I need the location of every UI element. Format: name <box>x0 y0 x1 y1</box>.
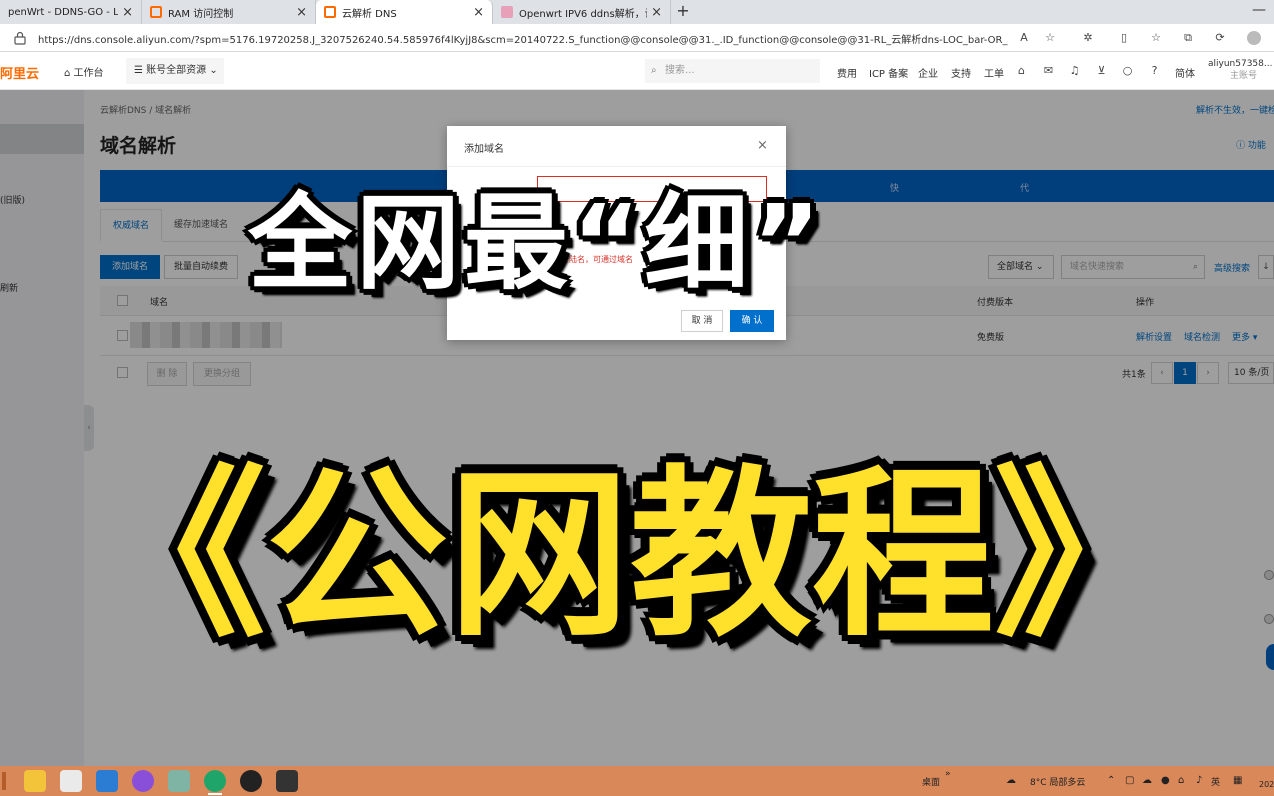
file-explorer-icon[interactable] <box>24 770 46 792</box>
active-app-indicator <box>208 793 222 795</box>
browser-app-icon[interactable] <box>132 770 154 792</box>
taskbar-edge <box>2 772 6 790</box>
lightbulb-icon[interactable]: ○ <box>1121 64 1134 77</box>
search-placeholder: 搜索... <box>665 65 695 76</box>
nav-billing[interactable]: 费用 <box>837 65 857 80</box>
title-line-most-detailed: 全网最“细” <box>248 182 825 304</box>
tray-app-icon[interactable]: ▢ <box>1125 775 1134 786</box>
app-icon[interactable] <box>168 770 190 792</box>
confirm-button[interactable]: 确 认 <box>730 310 774 332</box>
new-tab-button[interactable]: + <box>672 0 694 24</box>
weather-text[interactable]: 8°C 局部多云 <box>1030 775 1085 788</box>
console-header: 阿里云 ⌂ 工作台 ☰ 账号全部资源 ⌄ ⌕ 搜索... 费用 ICP 备案 企… <box>0 52 1274 90</box>
cart-icon[interactable]: ⊻ <box>1095 64 1108 77</box>
nav-support[interactable]: 支持 <box>951 65 971 80</box>
volume-icon[interactable]: ♪ <box>1196 775 1202 786</box>
browser-tab-bar: penWrt - DDNS-GO - LuCI × RAM 访问控制 × 云解析… <box>0 0 1274 24</box>
nav-ticket[interactable]: 工单 <box>984 65 1004 80</box>
aliyun-favicon-icon <box>150 6 162 18</box>
browser-tab-ram[interactable]: RAM 访问控制 × <box>142 0 316 24</box>
title-line-public-network-tutorial: 《公网教程》 <box>84 449 1176 661</box>
help-icon[interactable]: ? <box>1148 64 1161 77</box>
tab-close-icon[interactable]: × <box>651 5 662 20</box>
search-icon: ⌕ <box>651 65 657 76</box>
language-switch[interactable]: 简体 <box>1175 65 1195 80</box>
aliyun-favicon-icon <box>324 6 336 18</box>
tab-close-icon[interactable]: × <box>473 5 484 20</box>
split-screen-icon[interactable]: ▯ <box>1117 31 1131 45</box>
clock-date[interactable]: 202 <box>1259 780 1274 789</box>
sync-icon[interactable]: ⟳ <box>1213 31 1227 45</box>
profile-avatar-icon[interactable] <box>1247 31 1261 45</box>
close-icon[interactable]: × <box>757 138 768 153</box>
url-field[interactable]: https://dns.console.aliyun.com/?spm=5176… <box>38 31 1008 46</box>
desktop-more-icon[interactable]: » <box>945 769 951 779</box>
desktop-label[interactable]: 桌面 <box>922 775 940 788</box>
tab-label: 云解析 DNS <box>342 8 397 20</box>
window-minimize-button[interactable]: — <box>1252 2 1266 18</box>
aliyun-logo[interactable]: 阿里云 <box>0 63 39 82</box>
browser-tab-ddns-go[interactable]: penWrt - DDNS-GO - LuCI × <box>0 0 142 24</box>
collections-icon[interactable]: ⧉ <box>1181 31 1195 45</box>
edge-icon[interactable] <box>204 770 226 792</box>
extensions-icon[interactable]: ✲ <box>1081 31 1095 45</box>
account-resources-dropdown[interactable]: ☰ 账号全部资源 ⌄ <box>126 58 224 84</box>
message-icon[interactable]: ✉ <box>1042 64 1055 77</box>
windows-taskbar: 桌面 » ☁ 8°C 局部多云 ⌃ ▢ ☁ ● ⌂ ♪ 英 ▦ 202 <box>0 766 1274 796</box>
chevron-up-icon[interactable]: ⌃ <box>1107 775 1115 786</box>
mail-icon[interactable] <box>96 770 118 792</box>
tab-close-icon[interactable]: × <box>122 5 133 20</box>
favorites-icon[interactable]: ☆ <box>1149 31 1163 45</box>
tab-label: Openwrt IPV6 ddns解析，设置公 <box>519 8 647 20</box>
nav-enterprise[interactable]: 企业 <box>918 65 938 80</box>
cloud-shell-icon[interactable]: ⌂ <box>1015 64 1028 77</box>
page-favicon-icon <box>501 6 513 18</box>
favorite-star-icon[interactable]: ☆ <box>1043 31 1057 45</box>
console-search-input[interactable]: ⌕ 搜索... <box>645 59 820 83</box>
ime-grid-icon[interactable]: ▦ <box>1233 775 1242 786</box>
nav-icp[interactable]: ICP 备案 <box>869 65 908 80</box>
account-name: aliyun57358... <box>1208 59 1273 69</box>
notification-bell-icon[interactable]: ♫ <box>1068 64 1081 77</box>
cancel-button[interactable]: 取 消 <box>681 310 723 332</box>
browser-tab-openwrt-ipv6[interactable]: Openwrt IPV6 ddns解析，设置公 × <box>493 0 671 24</box>
lock-icon[interactable] <box>14 31 26 45</box>
onedrive-icon[interactable]: ☁ <box>1142 775 1152 786</box>
obs-icon[interactable] <box>240 770 262 792</box>
browser-tab-dns[interactable]: 云解析 DNS × <box>316 0 493 24</box>
address-bar: https://dns.console.aliyun.com/?spm=5176… <box>0 24 1274 52</box>
account-menu[interactable]: aliyun57358... 主账号 <box>1208 58 1272 82</box>
weather-cloud-icon[interactable]: ☁ <box>1006 775 1016 786</box>
dialog-title: 添加域名 <box>464 144 504 155</box>
tab-label: RAM 访问控制 <box>168 8 234 20</box>
tab-label: penWrt - DDNS-GO - LuCI <box>8 6 119 18</box>
input-method-indicator[interactable]: 英 <box>1211 775 1220 788</box>
tab-close-icon[interactable]: × <box>296 5 307 20</box>
terminal-icon[interactable] <box>276 770 298 792</box>
store-icon[interactable] <box>60 770 82 792</box>
network-icon[interactable]: ⌂ <box>1178 775 1184 786</box>
microphone-icon[interactable]: ● <box>1161 775 1170 786</box>
workbench-link[interactable]: ⌂ 工作台 <box>64 64 104 79</box>
read-aloud-icon[interactable]: A <box>1017 31 1031 45</box>
account-role: 主账号 <box>1230 71 1258 81</box>
